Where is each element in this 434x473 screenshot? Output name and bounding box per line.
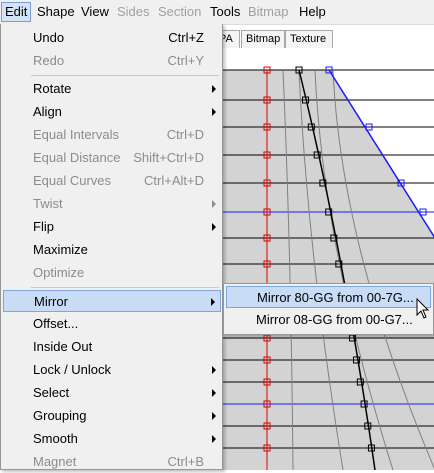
menu-item-offset[interactable]: Offset... <box>3 313 221 335</box>
tab-texture[interactable]: Texture <box>285 30 333 48</box>
menu-item-label: Optimize <box>33 265 85 280</box>
menu-item-shortcut: Ctrl+Alt+D <box>144 173 204 188</box>
menu-item-label: Equal Intervals <box>33 127 119 142</box>
shape-drawing[interactable] <box>223 48 434 470</box>
menu-item-label: Grouping <box>33 408 87 423</box>
view-tab-bar: PA Bitmap Texture <box>214 30 434 48</box>
mirror-submenu: Mirror 80-GG from 00-7G... Mirror 08-GG f… <box>223 283 434 335</box>
menu-item-redo[interactable]: Redo Ctrl+Y <box>3 50 221 72</box>
menu-item-shortcut: Ctrl+B <box>167 454 204 469</box>
submenu-arrow-icon <box>211 298 215 306</box>
submenu-item-label: Mirror 80-GG from 00-7G... <box>257 290 414 305</box>
menu-item-equal-curves[interactable]: Equal Curves Ctrl+Alt+D <box>3 170 221 192</box>
menu-item-rotate[interactable]: Rotate <box>3 78 221 100</box>
edit-menu: Undo Ctrl+Z Redo Ctrl+Y Rotate Align Equal Int… <box>0 24 223 470</box>
shape-fill <box>223 70 434 470</box>
menu-item-equal-distance[interactable]: Equal Distance Shift+Ctrl+D <box>3 147 221 169</box>
submenu-arrow-icon <box>212 200 216 208</box>
menu-item-align[interactable]: Align <box>3 101 221 123</box>
menu-item-label: Smooth <box>33 431 78 446</box>
menu-item-label: Undo <box>33 30 65 45</box>
menu-item-label: Rotate <box>33 81 72 96</box>
mouse-cursor-icon <box>416 298 430 319</box>
menu-item-flip[interactable]: Flip <box>3 216 221 238</box>
menu-item-label: Twist <box>33 196 63 211</box>
submenu-arrow-icon <box>212 108 216 116</box>
drawing-canvas[interactable] <box>222 48 434 470</box>
menu-item-label: Magnet <box>33 454 77 469</box>
menu-item-lock-unlock[interactable]: Lock / Unlock <box>3 359 221 381</box>
menu-item-label: Inside Out <box>33 339 93 354</box>
menu-item-select[interactable]: Select <box>3 382 221 404</box>
menu-item-label: Align <box>33 104 62 119</box>
menu-sides[interactable]: Sides <box>114 2 153 22</box>
submenu-arrow-icon <box>212 435 216 443</box>
menu-bitmap[interactable]: Bitmap <box>245 2 291 22</box>
submenu-item-mirror-08-gg-from-00-g7[interactable]: Mirror 08-GG from 00-G7... <box>226 309 431 331</box>
menu-item-inside-out[interactable]: Inside Out <box>3 336 221 358</box>
submenu-arrow-icon <box>212 366 216 374</box>
submenu-arrow-icon <box>212 85 216 93</box>
submenu-item-mirror-80-gg-from-00-7g[interactable]: Mirror 80-GG from 00-7G... <box>226 286 431 308</box>
menu-item-shortcut: Ctrl+D <box>166 127 204 142</box>
menu-item-shortcut: Ctrl+Z <box>168 30 204 45</box>
menu-item-shortcut: Shift+Ctrl+D <box>133 150 204 165</box>
menu-bar: Edit Shape View Sides Section Tools Bitm… <box>0 0 434 25</box>
submenu-arrow-icon <box>212 223 216 231</box>
menu-item-label: Redo <box>33 53 65 68</box>
menu-tools[interactable]: Tools <box>207 2 243 22</box>
tab-bitmap[interactable]: Bitmap <box>241 30 285 48</box>
menu-item-equal-intervals[interactable]: Equal Intervals Ctrl+D <box>3 124 221 146</box>
menu-separator <box>31 75 219 76</box>
menu-item-smooth[interactable]: Smooth <box>3 428 221 450</box>
submenu-item-label: Mirror 08-GG from 00-G7... <box>256 312 413 327</box>
submenu-arrow-icon <box>212 412 216 420</box>
menu-view[interactable]: View <box>78 2 112 22</box>
menu-section[interactable]: Section <box>155 2 204 22</box>
menu-item-maximize[interactable]: Maximize <box>3 239 221 261</box>
menu-item-label: Select <box>33 385 70 400</box>
menu-item-mirror[interactable]: Mirror <box>3 290 221 312</box>
menu-item-label: Offset... <box>33 316 79 331</box>
submenu-arrow-icon <box>212 389 216 397</box>
menu-item-undo[interactable]: Undo Ctrl+Z <box>3 27 221 49</box>
menu-item-grouping[interactable]: Grouping <box>3 405 221 427</box>
menu-item-label: Lock / Unlock <box>33 362 112 377</box>
menu-help[interactable]: Help <box>296 2 329 22</box>
menu-item-label: Equal Distance <box>33 150 121 165</box>
menu-separator <box>31 287 219 288</box>
menu-item-label: Equal Curves <box>33 173 112 188</box>
menu-item-twist[interactable]: Twist <box>3 193 221 215</box>
menu-shape[interactable]: Shape <box>34 2 78 22</box>
menu-item-label: Flip <box>33 219 54 234</box>
menu-item-label: Mirror <box>34 294 68 309</box>
menu-item-label: Maximize <box>33 242 88 257</box>
menu-item-shortcut: Ctrl+Y <box>167 53 204 68</box>
menu-edit[interactable]: Edit <box>1 2 32 22</box>
menu-item-optimize[interactable]: Optimize <box>3 262 221 284</box>
